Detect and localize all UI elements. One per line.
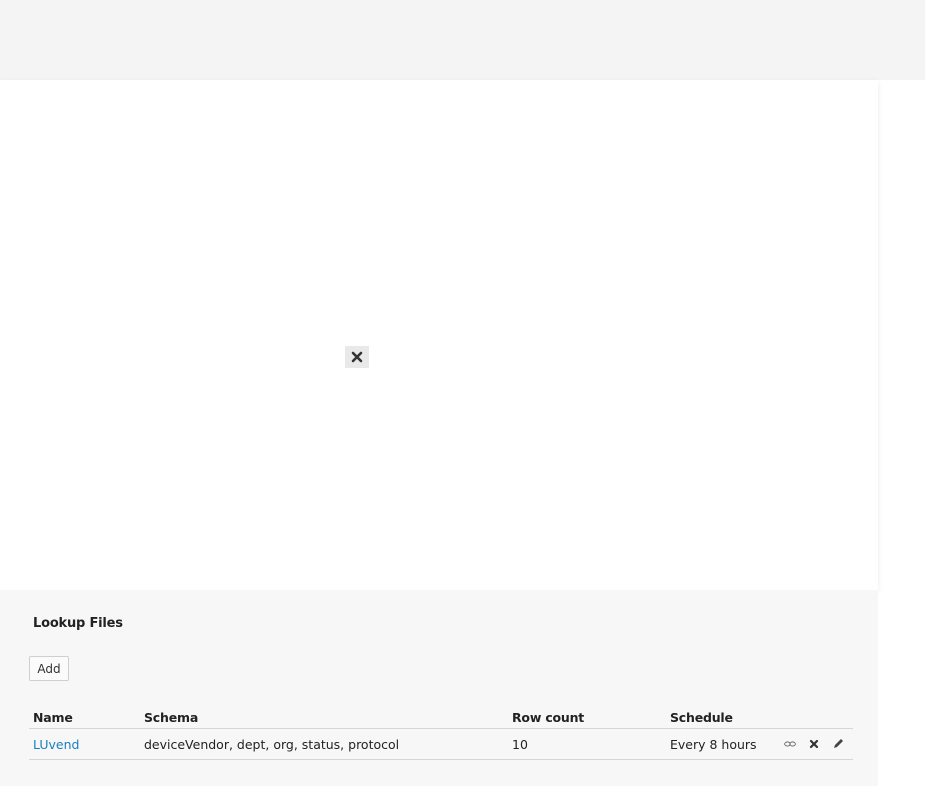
cell-actions (776, 728, 853, 760)
modal-dialog (0, 80, 878, 590)
header-row-count[interactable]: Row count (508, 706, 666, 729)
table-header-row: Name Schema Row count Schedule (29, 706, 853, 729)
cell-row-count: 10 (508, 728, 666, 760)
delete-icon[interactable] (808, 738, 820, 750)
table-row: LUvend deviceVendor, dept, org, status, … (29, 728, 853, 760)
lookup-files-table: Name Schema Row count Schedule LUvend de… (29, 706, 853, 760)
header-schedule[interactable]: Schedule (666, 706, 776, 729)
header-name[interactable]: Name (29, 706, 140, 729)
header-schema[interactable]: Schema (140, 706, 508, 729)
top-bar (0, 0, 925, 80)
lookup-file-link[interactable]: LUvend (33, 737, 79, 752)
modal-close-button[interactable] (345, 346, 369, 368)
cell-name: LUvend (29, 728, 140, 760)
panel-title: Lookup Files (33, 616, 123, 631)
row-actions (780, 738, 853, 750)
cell-schedule: Every 8 hours (666, 728, 776, 760)
add-button[interactable]: Add (29, 656, 69, 681)
close-icon (351, 351, 363, 363)
link-icon[interactable] (784, 738, 796, 750)
header-actions (776, 706, 853, 729)
edit-icon[interactable] (832, 738, 844, 750)
cell-schema: deviceVendor, dept, org, status, protoco… (140, 728, 508, 760)
